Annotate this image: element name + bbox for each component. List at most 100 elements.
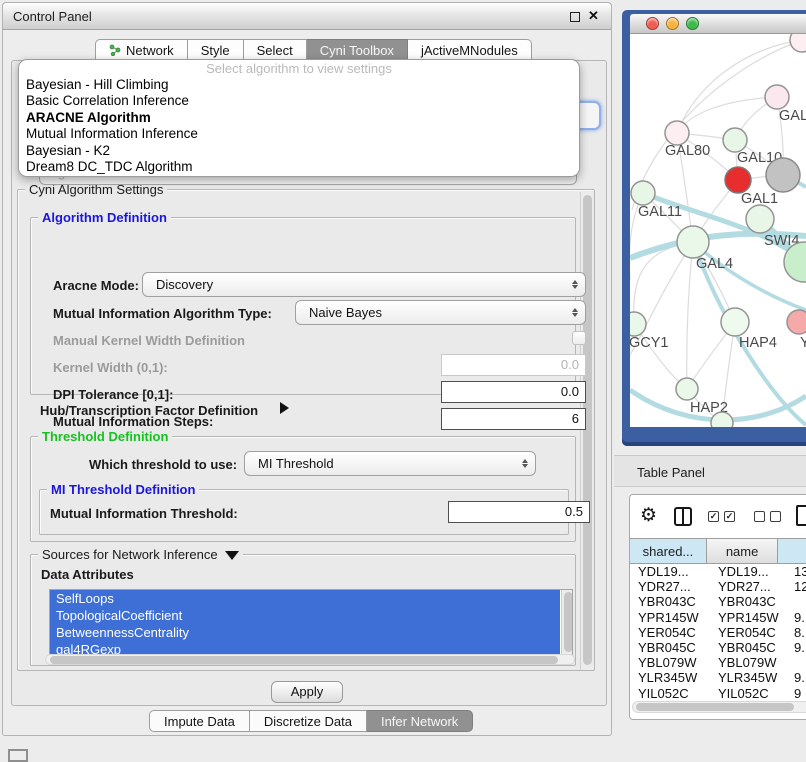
table-row[interactable]: YDR27...YDR27...12: [630, 579, 806, 594]
column-header-next[interactable]: A: [778, 538, 806, 564]
aracne-mode-combo[interactable]: Discovery: [142, 272, 586, 297]
table-row[interactable]: YER054CYER054C8.: [630, 625, 806, 640]
sources-group: Sources for Network Inference Data Attri…: [30, 554, 576, 666]
network-node[interactable]: [790, 34, 806, 52]
kernel-width-field[interactable]: 0.0: [441, 354, 586, 376]
tab-jactivemnodules-label: jActiveMNodules: [421, 43, 518, 58]
mi-threshold-group-title: MI Threshold Definition: [47, 482, 199, 497]
network-node[interactable]: [665, 121, 689, 145]
document-icon[interactable]: [796, 505, 806, 526]
list-item[interactable]: TopologicalCoefficient: [50, 607, 560, 624]
network-node[interactable]: [711, 412, 733, 427]
network-node[interactable]: [766, 158, 800, 192]
dropdown-item[interactable]: Bayesian - K2: [19, 143, 579, 159]
tab-jactivemnodules[interactable]: jActiveMNodules: [408, 39, 532, 61]
unchecked-checkbox-icon[interactable]: [754, 511, 765, 522]
table-row[interactable]: YLR345WYLR345W9.: [630, 670, 806, 685]
dropdown-item[interactable]: Mutual Information Inference: [19, 126, 579, 142]
stepper-arrows-icon: [565, 308, 585, 317]
network-node[interactable]: [630, 312, 646, 336]
tab-style[interactable]: Style: [188, 39, 244, 61]
network-node[interactable]: [677, 226, 709, 258]
tab-network[interactable]: Network: [95, 39, 188, 61]
table-horizontal-scrollbar[interactable]: [632, 701, 806, 713]
dropdown-item[interactable]: Bayesian - Hill Climbing: [19, 77, 579, 93]
algorithm-definition-group: Algorithm Definition Aracne Mode: Discov…: [30, 217, 576, 395]
gear-icon[interactable]: ⚙: [640, 504, 657, 527]
sources-horizontal-scrollbar[interactable]: [45, 654, 575, 665]
column-header-shared-name[interactable]: shared...: [630, 538, 706, 564]
float-window-icon[interactable]: [570, 12, 580, 22]
network-node[interactable]: [787, 310, 806, 334]
column-header-label: shared...: [643, 544, 694, 559]
checked-checkbox-icon[interactable]: ✓: [724, 511, 735, 522]
network-node[interactable]: [676, 378, 698, 400]
table-row[interactable]: YPR145WYPR145W9.: [630, 610, 806, 625]
network-node[interactable]: [631, 181, 655, 205]
tab-infer-network-label: Infer Network: [381, 714, 458, 729]
settings-scrollbar[interactable]: [580, 192, 593, 670]
data-attributes-label: Data Attributes: [41, 567, 134, 582]
cyni-bottom-tabs: Impute Data Discretize Data Infer Networ…: [149, 710, 473, 732]
control-panel-window: Control Panel ✕ Network Style Select Cyn…: [2, 2, 612, 736]
node-label: GAL11: [638, 204, 682, 220]
network-node[interactable]: [765, 85, 789, 109]
stepper-arrows-icon: [515, 459, 535, 468]
which-threshold-label: Which threshold to use:: [89, 457, 237, 472]
network-node[interactable]: [746, 205, 774, 233]
kernel-width-label: Kernel Width (0,1):: [53, 360, 168, 375]
tab-style-label: Style: [201, 43, 230, 58]
hub-definition-label[interactable]: Hub/Transcription Factor Definition: [40, 403, 258, 418]
column-header-name[interactable]: name: [706, 538, 778, 564]
manual-kernel-checkbox[interactable]: [572, 331, 586, 345]
network-node[interactable]: [721, 308, 749, 336]
dropdown-item[interactable]: Dream8 DC_TDC Algorithm: [19, 159, 579, 175]
unchecked-checkbox-icon[interactable]: [770, 511, 781, 522]
list-item[interactable]: BetweennessCentrality: [50, 624, 560, 641]
which-threshold-combo[interactable]: MI Threshold: [244, 451, 536, 476]
dropdown-item-selected[interactable]: ARACNE Algorithm: [19, 110, 579, 126]
list-scrollbar[interactable]: [561, 590, 572, 656]
apply-button[interactable]: Apply: [271, 681, 343, 703]
table-row[interactable]: YBR043CYBR043C: [630, 594, 806, 609]
mi-threshold-label: Mutual Information Threshold:: [50, 506, 238, 521]
tab-impute-data[interactable]: Impute Data: [149, 710, 250, 732]
data-attributes-list: SelfLoops TopologicalCoefficient Between…: [49, 589, 573, 657]
network-window-titlebar[interactable]: [630, 14, 806, 34]
control-panel-titlebar: Control Panel ✕: [3, 3, 611, 30]
network-node[interactable]: [725, 167, 751, 193]
columns-icon[interactable]: [674, 507, 692, 526]
tab-discretize-data[interactable]: Discretize Data: [250, 710, 367, 732]
mi-steps-field[interactable]: 6: [441, 408, 586, 430]
manual-kernel-label: Manual Kernel Width Definition: [53, 333, 245, 348]
table-row[interactable]: YBR045CYBR045C9.: [630, 640, 806, 655]
node-label: Y: [800, 335, 806, 351]
node-attribute-table: YDL19...YDL19...13 YDR27...YDR27...12 YB…: [630, 564, 806, 701]
dpi-tolerance-field[interactable]: 0.0: [441, 381, 586, 403]
checked-checkbox-icon[interactable]: ✓: [708, 511, 719, 522]
network-canvas[interactable]: GALGAL80GAL10GAL1GAL11SWI4GAL4GCY1HAP4YH…: [630, 34, 806, 427]
algorithm-dropdown-list: Select algorithm to view settings Bayesi…: [18, 59, 580, 177]
table-panel-titlebar: Table Panel: [614, 455, 806, 487]
expand-arrow-icon[interactable]: [280, 402, 289, 414]
close-traffic-light-icon[interactable]: [646, 17, 659, 30]
dropdown-item[interactable]: Basic Correlation Inference: [19, 93, 579, 109]
collapsed-panel-icon[interactable]: [8, 749, 28, 762]
network-node[interactable]: [723, 128, 747, 152]
table-row[interactable]: YDL19...YDL19...13: [630, 564, 806, 579]
dropdown-prompt: Select algorithm to view settings: [19, 61, 579, 77]
collapse-arrow-icon[interactable]: [225, 551, 239, 560]
mi-type-combo[interactable]: Naive Bayes: [295, 300, 586, 325]
table-header-row: shared... name A: [630, 538, 806, 564]
mi-threshold-field[interactable]: 0.5: [448, 501, 590, 523]
minimize-traffic-light-icon[interactable]: [666, 17, 679, 30]
close-icon[interactable]: ✕: [588, 8, 599, 24]
list-item[interactable]: SelfLoops: [50, 590, 560, 607]
tab-infer-network[interactable]: Infer Network: [367, 710, 473, 732]
tab-select[interactable]: Select: [244, 39, 307, 61]
table-row[interactable]: YIL052CYIL052C9: [630, 686, 806, 701]
table-row[interactable]: YBL079WYBL079W: [630, 655, 806, 670]
sources-group-title: Sources for Network Inference: [38, 547, 243, 562]
tab-cyni-toolbox[interactable]: Cyni Toolbox: [307, 39, 408, 61]
zoom-traffic-light-icon[interactable]: [686, 17, 699, 30]
